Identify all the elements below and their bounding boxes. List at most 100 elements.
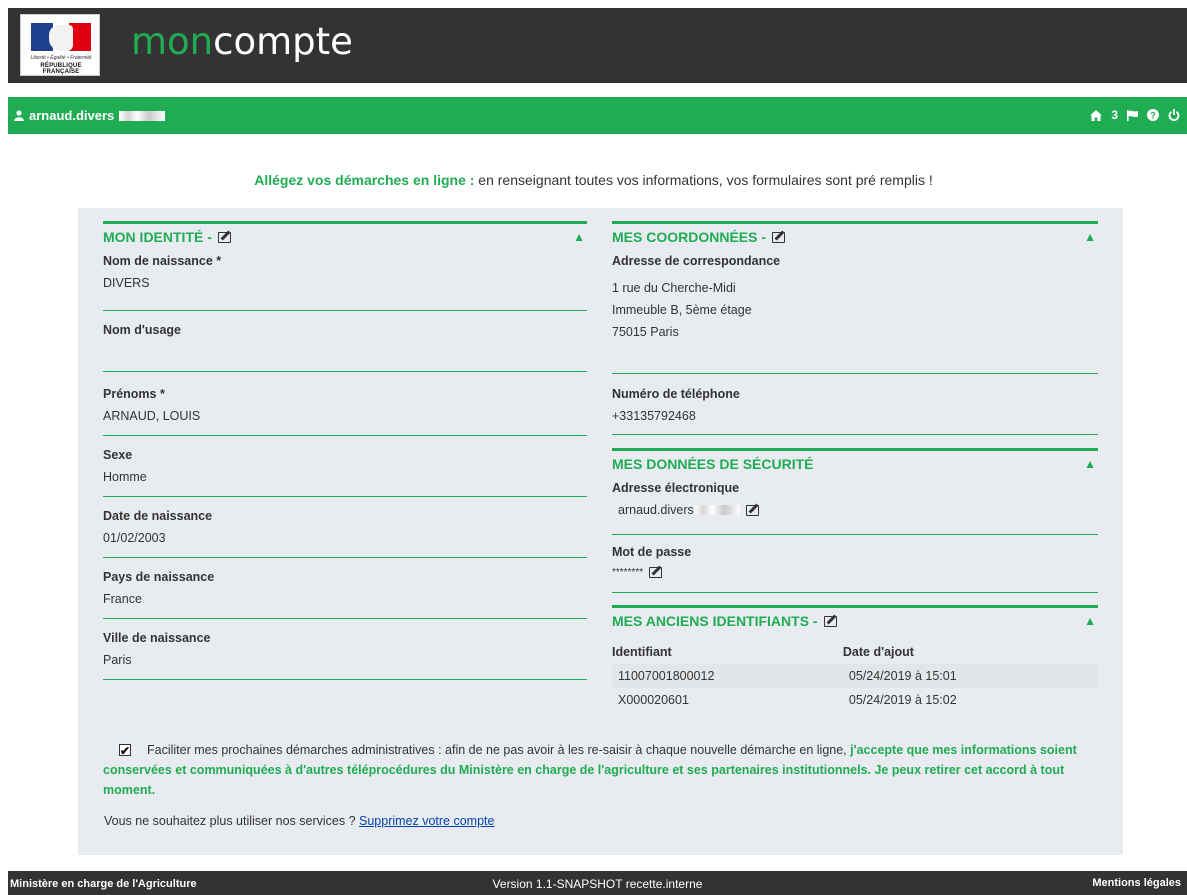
republique-francaise-logo[interactable]: Liberté • Égalité • Fraternité RÉPUBLIQU…: [20, 14, 100, 76]
field-value: France: [103, 592, 142, 606]
chevron-up-icon[interactable]: ▲: [1084, 230, 1096, 244]
help-icon[interactable]: ?: [1147, 109, 1159, 121]
top-header: Liberté • Égalité • Fraternité RÉPUBLIQU…: [8, 8, 1187, 83]
user-icon: [14, 110, 24, 121]
chevron-up-icon[interactable]: ▲: [1084, 614, 1096, 628]
field-email: Adresse électronique arnaud.divers: [612, 477, 1098, 535]
field-nom-usage: Nom d'usage: [103, 311, 587, 372]
table-cell: 05/24/2019 à 15:01: [842, 664, 1098, 688]
field-pays-naissance: Pays de naissance France: [103, 558, 587, 619]
user-bar: arnaud.divers 3 ?: [8, 97, 1187, 134]
brand-compte: compte: [213, 20, 353, 63]
footer-legal-link[interactable]: Mentions légales: [1092, 877, 1181, 889]
logo-motto: Liberté • Égalité • Fraternité: [30, 55, 92, 61]
field-prenoms: Prénoms * ARNAUD, LOUIS: [103, 372, 587, 436]
field-label: Adresse de correspondance: [612, 254, 781, 268]
user-account[interactable]: arnaud.divers: [14, 108, 166, 123]
username-redacted: [119, 110, 166, 121]
field-value: Paris: [103, 653, 132, 667]
anciens-section-header[interactable]: MES ANCIENS IDENTIFIANTS - ▲: [612, 605, 1098, 634]
identity-title: MON IDENTITÉ -: [103, 229, 212, 245]
field-label: Numéro de téléphone: [612, 387, 740, 401]
address-line: 75015 Paris: [612, 325, 679, 339]
consent-text: Faciliter mes prochaines démarches admin…: [147, 743, 851, 757]
anciens-title: MES ANCIENS IDENTIFIANTS -: [612, 613, 818, 629]
table-cell: X000020601: [618, 693, 689, 707]
field-label: Mot de passe: [612, 545, 692, 559]
marianne-icon: [49, 25, 73, 51]
chevron-up-icon[interactable]: ▲: [573, 230, 585, 244]
message-count[interactable]: 3: [1111, 108, 1118, 122]
footer: Ministère en charge de l'Agriculture Ver…: [8, 871, 1187, 895]
delete-account-link[interactable]: Supprimez votre compte: [359, 814, 494, 828]
power-icon[interactable]: [1168, 109, 1180, 121]
page: Liberté • Égalité • Fraternité RÉPUBLIQU…: [0, 0, 1187, 895]
address-line: Immeuble B, 5ème étage: [612, 303, 752, 317]
field-label: Nom d'usage: [103, 323, 181, 337]
field-label: Prénoms *: [103, 387, 165, 401]
field-label: Sexe: [103, 448, 133, 462]
address-line: 1 rue du Cherche-Midi: [612, 281, 736, 295]
field-ville-naissance: Ville de naissance Paris: [103, 619, 587, 680]
edit-icon[interactable]: [745, 504, 759, 516]
password-value-row: ********: [612, 567, 1098, 578]
contact-column: MES COORDONNÉES - ▲ Adresse de correspon…: [612, 221, 1098, 712]
delete-account-line: Vous ne souhaitez plus utiliser nos serv…: [104, 814, 494, 828]
field-label: Pays de naissance: [103, 570, 215, 584]
field-label: Nom de naissance *: [103, 254, 222, 268]
field-value: arnaud.divers: [618, 503, 694, 517]
field-label: Ville de naissance: [103, 631, 211, 645]
intro-message: Allégez vos démarches en ligne : en rens…: [0, 172, 1187, 188]
field-telephone: Numéro de téléphone +33135792468: [612, 374, 1098, 435]
app-brand[interactable]: moncompte: [131, 20, 353, 63]
table-row: 11007001800012 05/24/2019 à 15:01: [612, 664, 1098, 688]
username: arnaud.divers: [29, 108, 115, 123]
column-header: Identifiant: [612, 645, 672, 659]
field-password: Mot de passe ********: [612, 535, 1098, 593]
brand-mon: mon: [131, 20, 214, 63]
intro-text: en renseignant toutes vos informations, …: [474, 172, 933, 188]
email-redacted: [693, 505, 740, 515]
edit-icon[interactable]: [772, 231, 786, 243]
field-label: Adresse électronique: [612, 481, 740, 495]
user-utilities: 3 ?: [1090, 108, 1180, 122]
consent-block: Faciliter mes prochaines démarches admin…: [103, 740, 1093, 800]
securite-title: MES DONNÉES DE SÉCURITÉ: [612, 456, 814, 472]
field-nom-naissance: Nom de naissance * DIVERS: [103, 250, 587, 311]
field-value: ARNAUD, LOUIS: [103, 409, 201, 423]
field-value: Homme: [103, 470, 147, 484]
coordonnees-title: MES COORDONNÉES -: [612, 229, 767, 245]
chevron-up-icon[interactable]: ▲: [1084, 457, 1096, 471]
field-value: 01/02/2003: [103, 531, 166, 545]
column-header: Date d'ajout: [842, 645, 914, 659]
identity-column: MON IDENTITÉ - ▲ Nom de naissance * DIVE…: [103, 221, 587, 680]
home-icon[interactable]: [1090, 109, 1103, 121]
field-value: +33135792468: [612, 409, 696, 423]
intro-highlight: Allégez vos démarches en ligne :: [254, 172, 475, 188]
field-value: ********: [612, 567, 644, 578]
field-date-naissance: Date de naissance 01/02/2003: [103, 497, 587, 558]
delete-text: Vous ne souhaitez plus utiliser nos serv…: [104, 814, 359, 828]
edit-icon[interactable]: [823, 615, 837, 627]
svg-text:?: ?: [1150, 110, 1156, 120]
table-cell: 05/24/2019 à 15:02: [848, 693, 957, 707]
email-value-row: arnaud.divers: [612, 503, 1098, 517]
field-label: Date de naissance: [103, 509, 213, 523]
logo-rf-text: RÉPUBLIQUE FRANÇAISE: [40, 63, 82, 75]
ids-table: Identifiant Date d'ajout 11007001800012 …: [612, 641, 1098, 712]
address-block: 1 rue du Cherche-Midi Immeuble B, 5ème é…: [612, 277, 1098, 343]
table-row: X000020601 05/24/2019 à 15:02: [612, 688, 1098, 712]
identity-section-header[interactable]: MON IDENTITÉ - ▲: [103, 221, 587, 250]
securite-section-header[interactable]: MES DONNÉES DE SÉCURITÉ ▲: [612, 448, 1098, 477]
table-header-row: Identifiant Date d'ajout: [612, 641, 1098, 664]
table-cell: 11007001800012: [612, 664, 843, 688]
edit-icon[interactable]: [649, 567, 663, 578]
consent-checkbox[interactable]: [119, 741, 131, 761]
field-adresse: Adresse de correspondance 1 rue du Cherc…: [612, 250, 1098, 374]
flag-icon[interactable]: [1127, 109, 1138, 121]
field-sexe: Sexe Homme: [103, 436, 587, 497]
coordonnees-section-header[interactable]: MES COORDONNÉES - ▲: [612, 221, 1098, 250]
field-value: DIVERS: [103, 276, 150, 290]
footer-version: Version 1.1-SNAPSHOT recette.interne: [492, 877, 703, 891]
edit-icon[interactable]: [217, 231, 231, 243]
